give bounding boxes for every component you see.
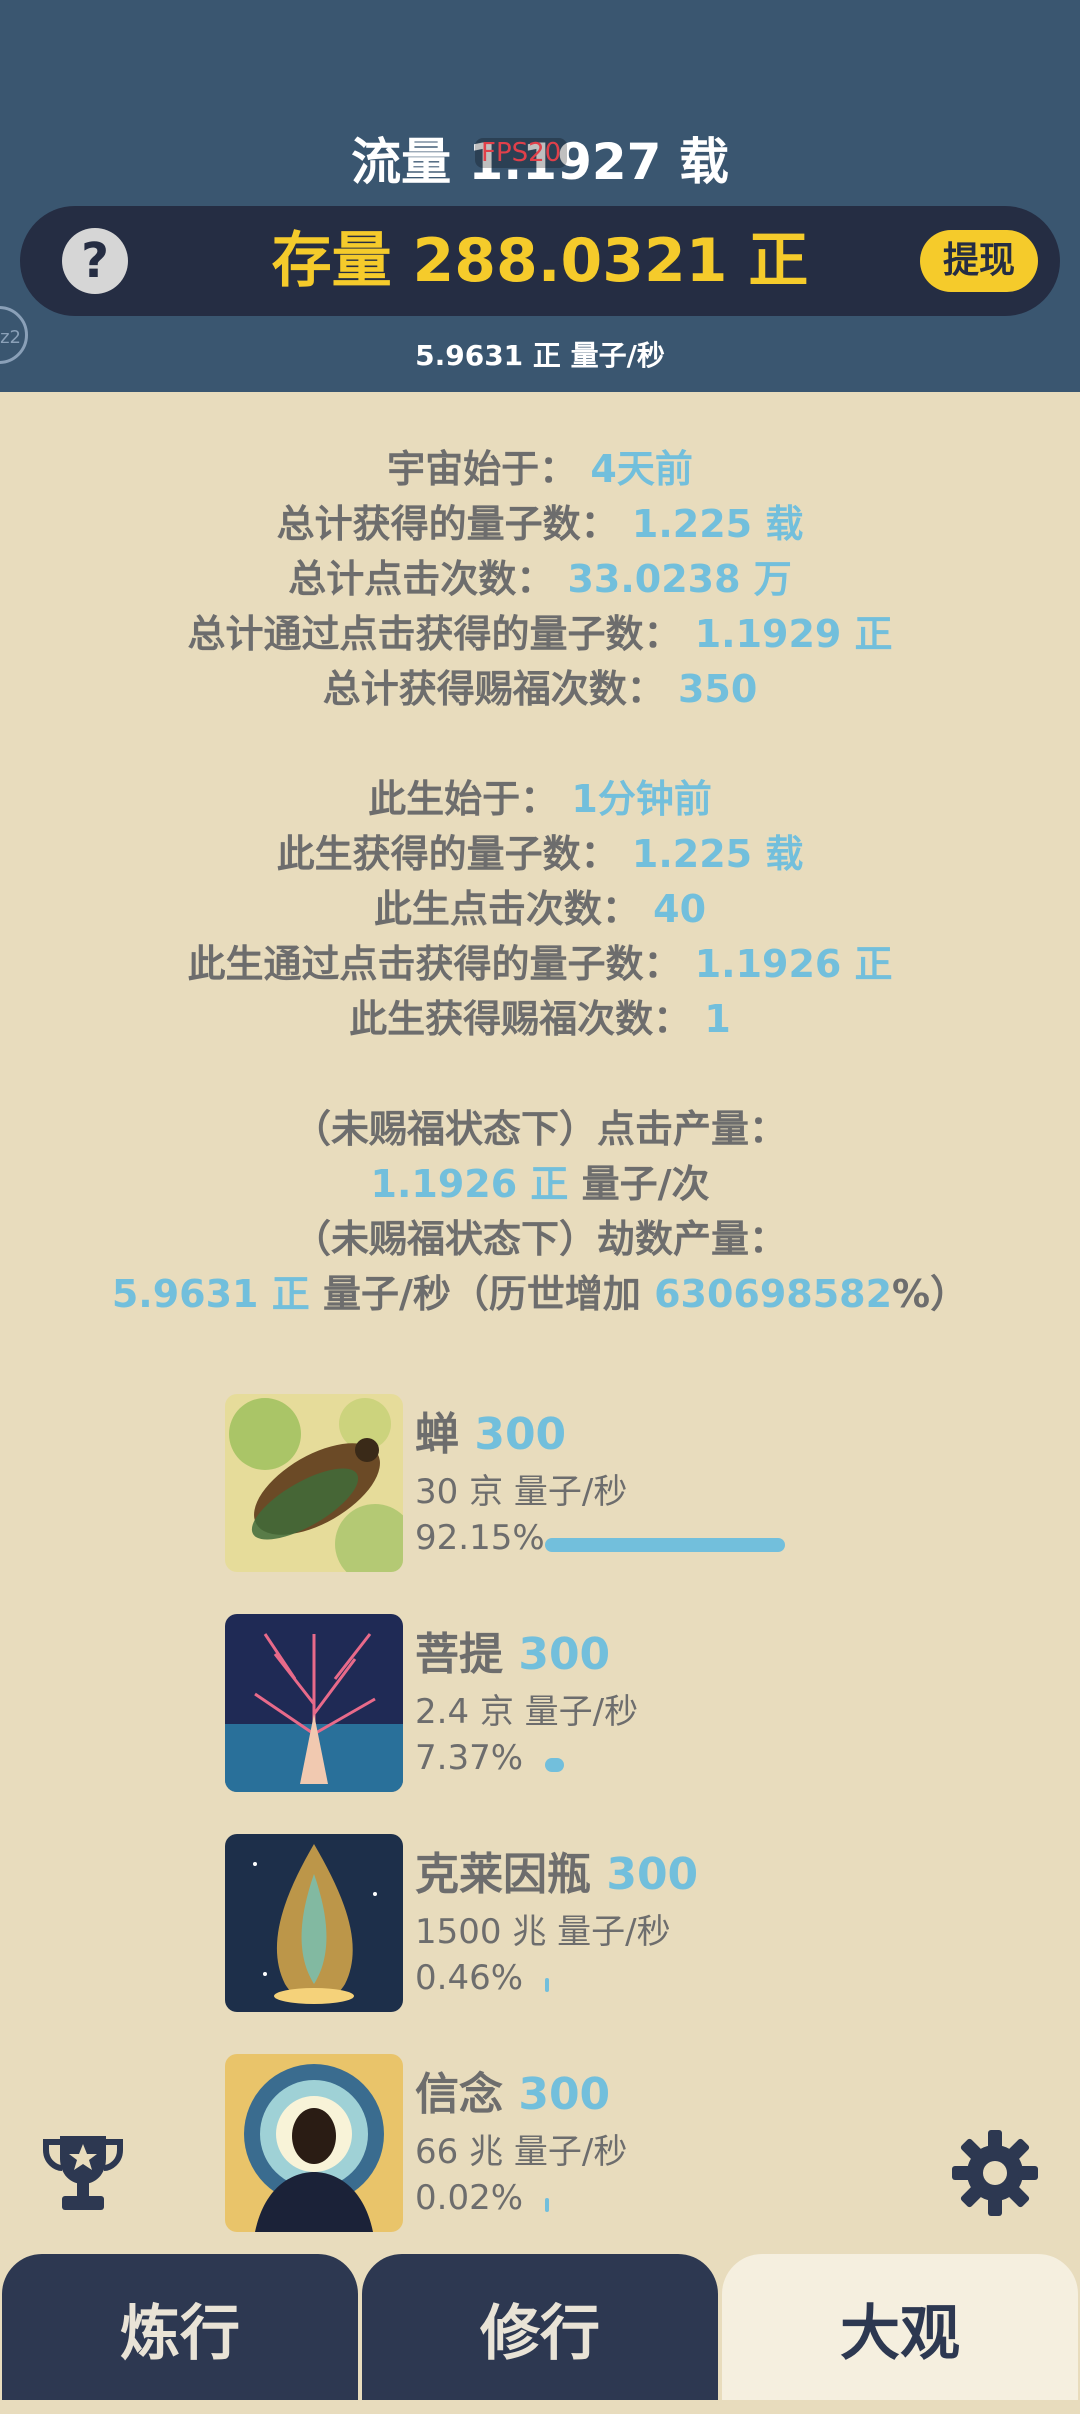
faith-person-image — [225, 2054, 403, 2232]
stat-total-click-quanta: 总计通过点击获得的量子数： 1.1929 正 — [187, 612, 893, 656]
tab-xiuxing[interactable]: 修行 — [362, 2254, 718, 2400]
producer-name: 蝉 — [415, 1409, 459, 1460]
producer-rate: 1500 兆 量子/秒 — [415, 1912, 671, 1952]
klein-bottle-image — [225, 1834, 403, 2012]
kalpa-output-value: 5.9631 正 量子/秒（历世增加 630698582%） — [111, 1272, 969, 1316]
producer-rate: 66 兆 量子/秒 — [415, 2132, 628, 2172]
producer-share-bar — [545, 1758, 564, 1772]
producer-percent: 0.02% — [415, 2178, 524, 2218]
achievements-button[interactable] — [38, 2128, 128, 2218]
stat-total-blessings: 总计获得赐福次数： 350 — [322, 667, 758, 711]
stat-total-quanta: 总计获得的量子数： 1.225 载 — [276, 502, 804, 546]
stock-bar: 存量 288.0321 正 ? 提现 — [20, 206, 1060, 316]
producer-rate: 30 京 量子/秒 — [415, 1472, 628, 1512]
rate-display: 5.9631 正 量子/秒 — [415, 339, 665, 372]
stats-panel: 宇宙始于： 4天前 总计获得的量子数： 1.225 载 总计点击次数： 33.0… — [0, 442, 1080, 1322]
producer-klein-bottle[interactable]: 克莱因瓶 300 1500 兆 量子/秒 0.46% — [225, 1834, 825, 2014]
stat-life-click-quanta: 此生通过点击获得的量子数： 1.1926 正 — [187, 942, 893, 986]
producer-count: 300 — [606, 1849, 699, 1900]
stat-life-clicks: 此生点击次数： 40 — [373, 887, 707, 931]
stat-life-start: 此生始于： 1分钟前 — [368, 777, 712, 821]
producer-percent: 0.46% — [415, 1958, 524, 1998]
stat-life-quanta: 此生获得的量子数： 1.225 载 — [276, 832, 804, 876]
kalpa-output-label: （未赐福状态下）劫数产量： — [292, 1217, 787, 1261]
trophy-icon — [43, 2136, 123, 2210]
stat-universe-start: 宇宙始于： 4天前 — [387, 447, 693, 491]
top-header: 流量 1.1927 载 FPS20 存量 288.0321 正 ? 提现 5.9… — [0, 0, 1080, 392]
producer-count: 300 — [518, 2069, 611, 2120]
producer-percent: 7.37% — [415, 1738, 524, 1778]
cicada-image — [225, 1394, 403, 1572]
producer-cicada[interactable]: 蝉 300 30 京 量子/秒 92.15% — [225, 1394, 825, 1574]
question-icon: ? — [81, 233, 109, 289]
producer-share-bar — [545, 2198, 549, 2212]
withdraw-button[interactable]: 提现 — [920, 230, 1038, 292]
producer-count: 300 — [518, 1629, 611, 1680]
fps-counter: FPS20 — [475, 138, 568, 168]
producer-rate: 2.4 京 量子/秒 — [415, 1692, 639, 1732]
click-output-value: 1.1926 正 量子/次 — [370, 1162, 710, 1206]
tab-daguan[interactable]: 大观 — [722, 2254, 1078, 2400]
settings-button[interactable] — [950, 2128, 1040, 2218]
producer-faith[interactable]: 信念 300 66 兆 量子/秒 0.02% — [225, 2054, 825, 2234]
producer-name: 克莱因瓶 — [415, 1849, 591, 1900]
gear-icon — [952, 2130, 1038, 2216]
producer-share-bar — [545, 1978, 549, 1992]
producer-percent: 92.15% — [415, 1518, 545, 1558]
producer-name: 菩提 — [415, 1629, 503, 1680]
help-button[interactable]: ? — [62, 228, 128, 294]
click-output-label: （未赐福状态下）点击产量： — [292, 1107, 787, 1151]
bodhi-tree-image — [225, 1614, 403, 1792]
stat-total-clicks: 总计点击次数： 33.0238 万 — [288, 557, 792, 601]
producer-name: 信念 — [415, 2069, 503, 2120]
bottom-tab-bar: 炼行 修行 大观 — [0, 2254, 1080, 2400]
stat-life-blessings: 此生获得赐福次数： 1 — [349, 997, 731, 1041]
producer-count: 300 — [474, 1409, 567, 1460]
producer-bodhi[interactable]: 菩提 300 2.4 京 量子/秒 7.37% — [225, 1614, 825, 1794]
producer-share-bar — [545, 1538, 785, 1552]
stock-display: 存量 288.0321 正 — [271, 226, 809, 296]
tab-lianxing[interactable]: 炼行 — [2, 2254, 358, 2400]
